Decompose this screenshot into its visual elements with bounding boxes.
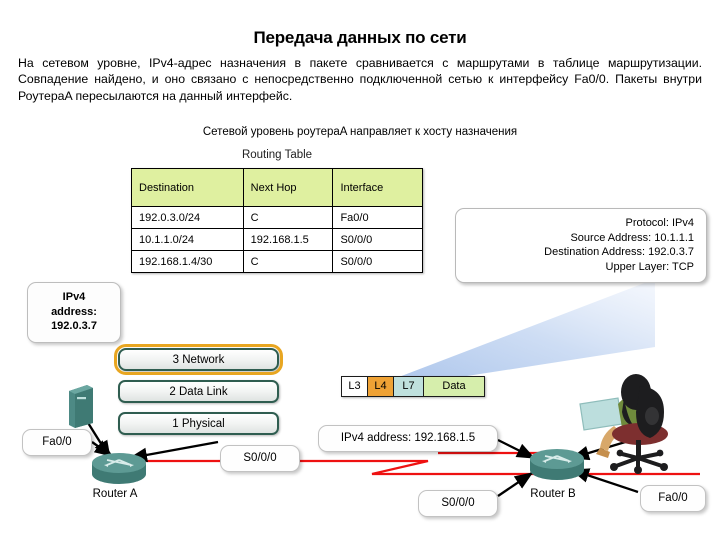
- diagram-caption: Сетевой уровень роутераA направляет к хо…: [202, 126, 518, 138]
- user-at-desk-icon: [579, 374, 668, 474]
- host-server-icon: [69, 385, 93, 428]
- packet-segment-l3: L3: [342, 377, 368, 396]
- ipv4-address-callout-router-b: IPv4 address: 192.168.1.5: [318, 425, 498, 452]
- page-title: Передача данных по сети: [253, 28, 467, 47]
- packet-info-callout: Protocol: IPv4 Source Address: 10.1.1.1 …: [455, 208, 707, 283]
- packet-info-upper-layer: Upper Layer: TCP: [605, 260, 694, 273]
- network-diagram: Routing Table Destination Next Hop Inter…: [0, 140, 720, 540]
- device-caption-router-b: Router B: [530, 488, 576, 500]
- body-paragraph: На сетевом уровне, IPv4-адрес назначения…: [18, 56, 702, 103]
- packet-info-destination: Destination Address: 192.0.3.7: [544, 246, 694, 258]
- packet-bar: L3 L4 L7 Data: [341, 376, 485, 397]
- packet-segment-data: Data: [424, 377, 484, 396]
- device-caption-router-a: Router A: [92, 488, 138, 500]
- interface-label-s000-right: S0/0/0: [418, 490, 498, 517]
- interface-label-fa00-left: Fa0/0: [22, 429, 92, 456]
- interface-label-fa00-right: Fa0/0: [640, 485, 706, 512]
- packet-info-source: Source Address: 10.1.1.1: [570, 231, 694, 244]
- interface-label-s000-left: S0/0/0: [220, 445, 300, 472]
- packet-segment-l7: L7: [394, 377, 424, 396]
- router-a-icon: [92, 453, 146, 484]
- packet-info-protocol: Protocol: IPv4: [625, 217, 694, 229]
- packet-segment-l4: L4: [368, 377, 394, 396]
